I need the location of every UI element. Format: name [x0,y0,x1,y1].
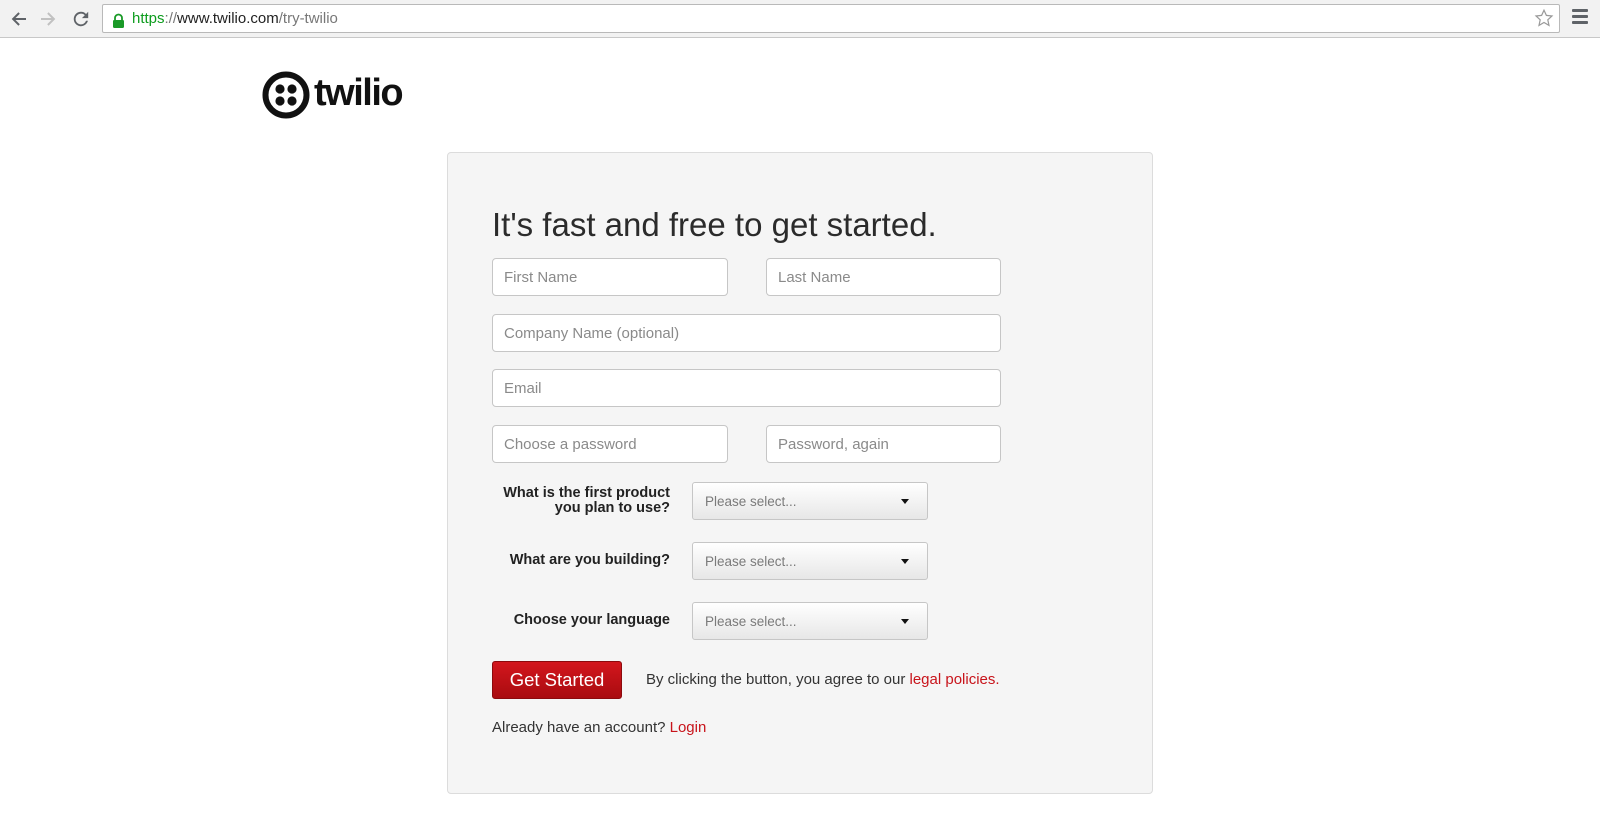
legal-agreement-text: By clicking the button, you agree to our… [646,671,1000,688]
language-label: Choose your language [513,612,670,628]
first-product-label-line1: What is the first product [503,485,670,501]
chevron-down-icon [901,619,909,624]
lock-icon [112,11,125,38]
back-icon[interactable] [8,8,30,30]
chevron-down-icon [901,499,909,504]
password-input[interactable] [492,425,728,463]
chevron-down-icon [901,559,909,564]
first-name-input[interactable] [492,258,728,296]
twilio-logo[interactable]: twilio [262,70,404,120]
get-started-button[interactable]: Get Started [492,661,622,699]
url-host: www.twilio.com [177,10,279,27]
login-prompt: Already have an account? Login [492,719,706,736]
language-select-value: Please select... [705,614,797,629]
first-product-label-line2: you plan to use? [554,500,670,516]
legal-policies-link[interactable]: legal policies [910,671,996,688]
bookmark-star-icon[interactable] [1534,8,1554,37]
agree-suffix: . [995,671,1000,688]
first-product-select[interactable]: Please select... [692,482,928,520]
reload-icon[interactable] [70,8,92,30]
company-name-input[interactable] [492,314,1001,352]
browser-toolbar: https://www.twilio.com/try-twilio [0,0,1600,38]
login-prompt-text: Already have an account? [492,719,670,736]
url-path: /try-twilio [278,10,338,27]
building-label: What are you building? [509,552,670,568]
language-select[interactable]: Please select... [692,602,928,640]
last-name-input[interactable] [766,258,1001,296]
first-product-select-value: Please select... [705,494,797,509]
password-confirm-input[interactable] [766,425,1001,463]
twilio-logo-icon [262,71,310,119]
url-scheme: https [132,10,165,27]
url-separator: :// [164,10,178,27]
email-input[interactable] [492,369,1001,407]
url-text: https://www.twilio.com/try-twilio [132,5,338,32]
browser-menu-icon[interactable] [1570,9,1590,29]
login-link[interactable]: Login [670,719,707,736]
forward-icon[interactable] [37,8,59,30]
building-select-value: Please select... [705,554,797,569]
building-select[interactable]: Please select... [692,542,928,580]
first-product-label: What is the first product you plan to us… [490,486,670,516]
logo-wordmark: twilio [314,71,404,114]
page-title: It's fast and free to get started. [492,206,937,243]
address-bar[interactable]: https://www.twilio.com/try-twilio [102,4,1560,33]
agree-text: By clicking the button, you agree to our [646,671,910,688]
